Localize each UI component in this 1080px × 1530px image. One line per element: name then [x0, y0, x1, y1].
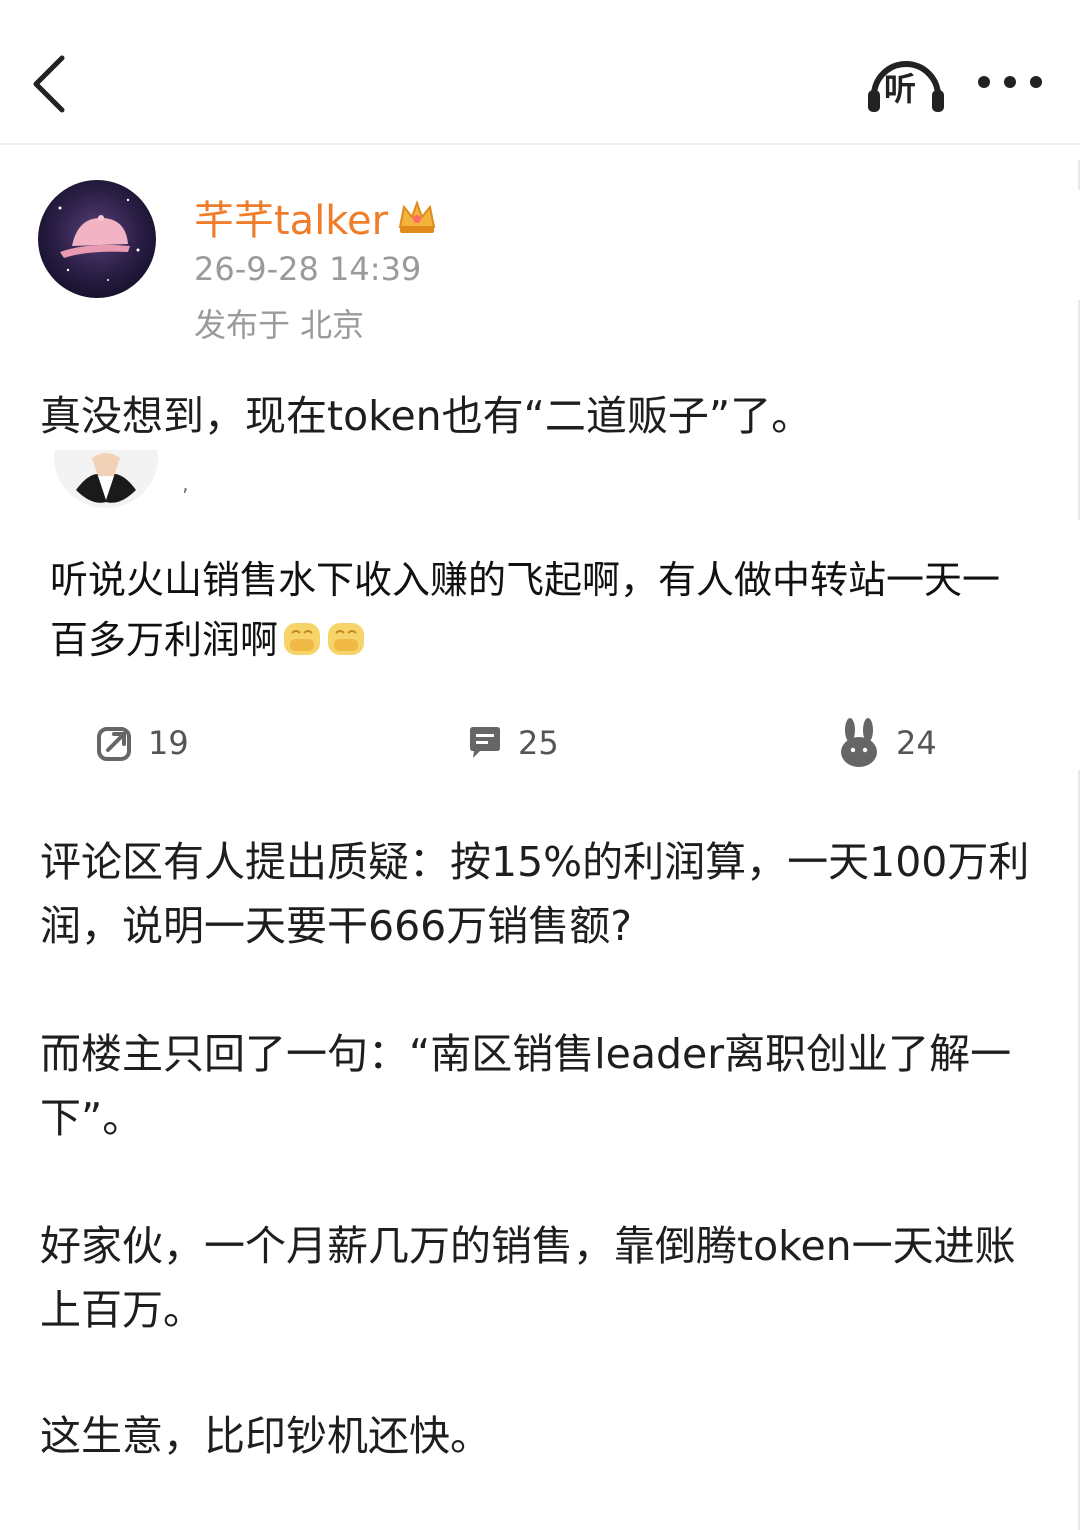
like-count: 24: [896, 724, 937, 762]
cap-avatar-image: [38, 180, 156, 298]
more-dots-icon: [978, 76, 1042, 88]
embedded-text-content: 听说火山销售水下收入赚的飞起啊，有人做中转站一天一百多万利润啊: [50, 558, 1001, 662]
repost-count: 19: [148, 724, 189, 762]
listen-label: 听: [884, 70, 917, 108]
body-paragraph: 好家伙，一个月薪几万的销售，靠倒腾token一天进账上百万。: [40, 1222, 1016, 1334]
author-name-text: 芊芊talker: [194, 198, 389, 244]
embedded-avatar: [48, 450, 166, 508]
clasp-hands-emoji: [284, 623, 321, 655]
post-timestamp: 26-9-28 14:39: [194, 250, 422, 288]
body-paragraph: 这生意，比印钞机还快。: [40, 1412, 491, 1460]
back-button[interactable]: [22, 48, 82, 118]
more-button[interactable]: [972, 62, 1048, 102]
like-button[interactable]: 24: [836, 710, 937, 776]
clasp-hands-emoji: [328, 623, 365, 655]
author-avatar[interactable]: [38, 180, 156, 298]
comment-button[interactable]: 25: [466, 710, 559, 776]
embedded-text: 听说火山销售水下收入赚的飞起啊，有人做中转站一天一百多万利润啊: [50, 550, 1010, 670]
post-intro: 真没想到，现在token也有“二道贩子”了。: [40, 392, 813, 440]
repost-icon: [97, 727, 131, 761]
embedded-tick: ʼ: [182, 484, 189, 508]
crown-icon: [398, 200, 436, 233]
repost-button[interactable]: 19: [96, 710, 189, 776]
person-avatar-image: [54, 450, 158, 508]
author-name[interactable]: 芊芊talker: [194, 188, 438, 246]
listen-button[interactable]: 听: [866, 50, 946, 116]
body-paragraph: 而楼主只回了一句：“南区销售leader离职创业了解一下”。: [40, 1030, 1012, 1142]
action-bar: 19 25 24: [0, 710, 1080, 776]
comment-icon: [470, 727, 500, 758]
post-location: 发布于 北京: [194, 306, 365, 344]
top-bar: 听: [0, 0, 1080, 145]
body-paragraph: 评论区有人提出质疑：按15%的利润算，一天100万利润，说明一天要干666万销售…: [40, 838, 1030, 950]
chevron-left-icon: [33, 55, 65, 113]
rabbit-like-icon: [841, 718, 877, 767]
comment-count: 25: [518, 724, 559, 762]
